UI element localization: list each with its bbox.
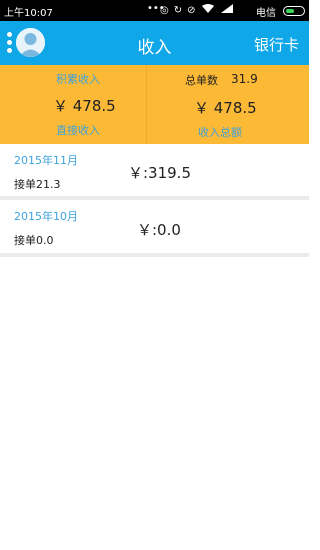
direct-income-label: 直接收入 bbox=[56, 124, 100, 137]
sync-icon: ↻ bbox=[173, 5, 183, 16]
bank-card-button[interactable]: 银行卡 bbox=[254, 34, 299, 55]
divider bbox=[0, 253, 309, 257]
carrier-name: 电信 bbox=[256, 8, 276, 19]
summary-divider bbox=[146, 65, 147, 144]
wifi-icon bbox=[201, 3, 215, 19]
orders-count: 接单21.3 bbox=[14, 178, 61, 191]
status-bar: 上午10:07 ••• ◎ ↻ ⊘ 电信 bbox=[0, 0, 309, 21]
cumulative-income-label: 积累收入 bbox=[56, 73, 100, 86]
total-orders-label: 总单数 bbox=[185, 74, 218, 87]
mute-icon: ⊘ bbox=[187, 5, 196, 16]
signal-icon bbox=[220, 3, 234, 19]
alarm-icon: ◎ bbox=[160, 5, 169, 16]
orders-count: 接单0.0 bbox=[14, 234, 54, 247]
battery-icon bbox=[283, 6, 305, 16]
cumulative-income-amount: ￥ 478.5 bbox=[53, 97, 116, 115]
month-label: 2015年11月 bbox=[14, 154, 78, 167]
income-summary: 积累收入 ￥ 478.5 直接收入 总单数 31.9 ￥ 478.5 收入总额 bbox=[0, 65, 309, 144]
app-bar: 收入 银行卡 bbox=[0, 21, 309, 65]
total-income-amount: ￥ 478.5 bbox=[194, 99, 257, 117]
total-income-label: 收入总额 bbox=[198, 126, 242, 139]
list-item[interactable]: 2015年11月 接单21.3 ￥:319.5 bbox=[0, 144, 309, 200]
total-orders-value: 31.9 bbox=[231, 72, 258, 86]
status-time: 上午10:07 bbox=[4, 8, 53, 19]
month-amount: ￥:319.5 bbox=[128, 164, 191, 182]
month-label: 2015年10月 bbox=[14, 210, 78, 223]
status-icons: ◎ ↻ ⊘ bbox=[160, 3, 234, 19]
list-item[interactable]: 2015年10月 接单0.0 ￥:0.0 bbox=[0, 200, 309, 256]
month-amount: ￥:0.0 bbox=[137, 221, 181, 239]
